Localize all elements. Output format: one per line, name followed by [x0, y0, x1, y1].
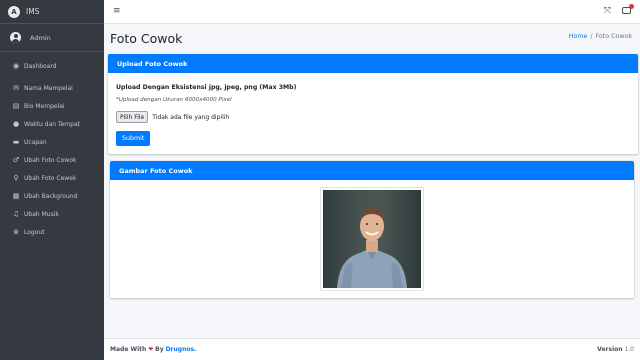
image-icon: ▦ [12, 192, 20, 200]
sidebar-item-label: Waktu dan Tempat [24, 120, 80, 128]
photo-card: Gambar Foto Cowok [110, 161, 634, 298]
sidebar: A IMS Admin ◉ Dashboard ✉ Nama Mempelai … [0, 0, 104, 360]
top-navbar: ≡ ⤧ [104, 0, 640, 24]
footer-version-label: Version [597, 346, 623, 353]
notification-badge [629, 4, 634, 9]
sidebar-nav: ◉ Dashboard ✉ Nama Mempelai ▤ Bio Mempel… [0, 52, 104, 241]
hamburger-menu-icon[interactable]: ≡ [113, 6, 121, 16]
brand-logo: A [8, 5, 20, 18]
breadcrumb-current: Foto Cowok [595, 33, 632, 40]
sidebar-item-ucapan[interactable]: ▬ Ucapan [0, 133, 104, 151]
breadcrumb: Home / Foto Cowok [569, 33, 632, 40]
sidebar-item-ubah-foto-cowok[interactable]: ♂ Ubah Foto Cowok [0, 151, 104, 169]
user-panel[interactable]: Admin [0, 24, 104, 52]
sidebar-item-waktu-dan-tempat[interactable]: ● Waktu dan Tempat [0, 115, 104, 133]
footer-credit: Made With ❤ By Drugnos. [110, 346, 196, 353]
envelope-icon: ✉ [13, 84, 19, 92]
sidebar-item-ubah-background[interactable]: ▦ Ubah Background [0, 187, 104, 205]
dashboard-icon: ◉ [12, 62, 20, 70]
sidebar-item-bio-mempelai[interactable]: ▤ Bio Mempelai [0, 97, 104, 115]
comment-icon: ▬ [12, 138, 20, 146]
fullscreen-expand-icon[interactable]: ⤧ [604, 6, 611, 16]
brand-text: IMS [26, 7, 40, 16]
user-avatar-icon [10, 32, 21, 43]
sidebar-item-label: Ucapan [24, 138, 47, 146]
map-pin-icon: ● [12, 120, 20, 128]
music-icon: ♫ [12, 210, 20, 218]
footer-author-link[interactable]: Drugnos. [166, 346, 197, 353]
brand-link[interactable]: A IMS [0, 0, 104, 24]
footer-version: Version 1.0 [597, 346, 634, 353]
groom-photo-frame [320, 187, 424, 291]
footer-version-number: 1.0 [624, 346, 634, 353]
mars-icon: ♂ [12, 156, 20, 164]
file-input[interactable]: Pilih File Tidak ada file yang dipilih [116, 111, 229, 123]
submit-button[interactable]: Submit [116, 131, 151, 146]
sidebar-item-nama-mempelai[interactable]: ✉ Nama Mempelai [0, 79, 104, 97]
footer: Made With ❤ By Drugnos. Version 1.0 [104, 338, 640, 360]
sidebar-item-label: Bio Mempelai [24, 102, 65, 110]
groom-photo [323, 190, 421, 288]
sidebar-item-label: Ubah Musik [24, 210, 59, 218]
id-card-icon: ▤ [12, 102, 20, 110]
page-title: Foto Cowok [110, 31, 183, 46]
sidebar-item-logout[interactable]: ⊗ Logout [0, 223, 104, 241]
user-name: Admin [30, 33, 51, 42]
upload-note: *Upload dengan Ukuran 6000x4000 Pixel [116, 97, 232, 103]
sidebar-item-ubah-foto-cewek[interactable]: ♀ Ubah Foto Cewek [0, 169, 104, 187]
sidebar-item-label: Dashboard [24, 62, 57, 70]
sidebar-item-label: Nama Mempelai [24, 84, 73, 92]
footer-by: By [155, 346, 164, 353]
file-status: Tidak ada file yang dipilih [152, 113, 230, 121]
sidebar-item-dashboard[interactable]: ◉ Dashboard [0, 57, 104, 75]
upload-card: Upload Foto Cowok Upload Dengan Eksisten… [108, 54, 638, 154]
breadcrumb-separator: / [590, 33, 593, 40]
sidebar-item-label: Ubah Background [24, 192, 78, 200]
heart-icon: ❤ [148, 346, 154, 353]
logout-icon: ⊗ [13, 228, 19, 236]
choose-file-button[interactable]: Pilih File [116, 111, 149, 123]
venus-icon: ♀ [13, 174, 19, 182]
photo-card-title: Gambar Foto Cowok [110, 161, 634, 180]
sidebar-item-label: Ubah Foto Cewek [24, 174, 77, 182]
upload-card-title: Upload Foto Cowok [108, 54, 638, 73]
groom-photo-illustration [337, 208, 407, 288]
sidebar-item-label: Ubah Foto Cowok [24, 156, 77, 164]
footer-made-with: Made With [110, 346, 147, 353]
breadcrumb-home-link[interactable]: Home [569, 33, 588, 40]
sidebar-item-label: Logout [24, 228, 45, 236]
sidebar-item-ubah-musik[interactable]: ♫ Ubah Musik [0, 205, 104, 223]
upload-label: Upload Dengan Eksistensi jpg, jpeg, png … [116, 84, 297, 91]
